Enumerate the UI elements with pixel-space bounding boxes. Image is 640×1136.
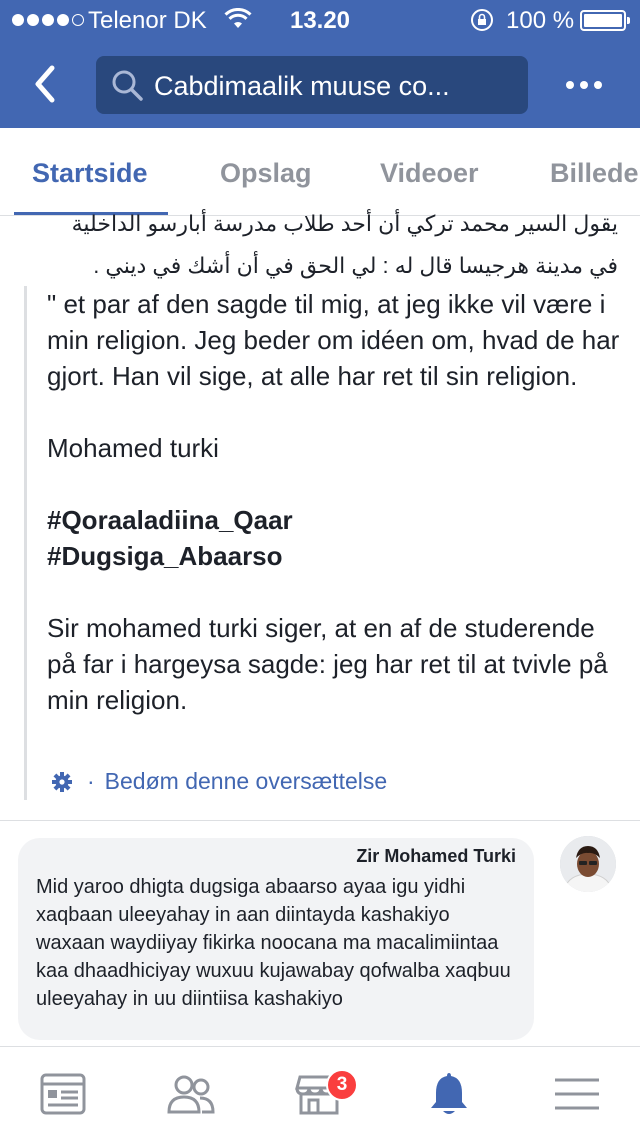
tab-videos[interactable]: Videoer <box>380 158 479 189</box>
status-bar: Telenor DK 13.20 100 % <box>0 0 640 40</box>
back-icon[interactable] <box>28 60 68 108</box>
translation-author: Mohamed turki <box>47 433 219 463</box>
gear-icon <box>52 771 72 792</box>
hashtag-link[interactable]: #Dugsiga_Abaarso <box>47 538 624 574</box>
translation-text: Sir mohamed turki siger, at en af de stu… <box>47 613 608 715</box>
tab-home[interactable]: Startside <box>32 158 148 189</box>
page-tabs: Startside Opslag Videoer Billede <box>0 128 640 216</box>
hashtag-link[interactable]: #Qoraaladiina_Qaar <box>47 502 624 538</box>
separator: · <box>87 768 95 794</box>
menu-icon[interactable] <box>552 1069 602 1119</box>
rotation-lock-icon <box>471 9 493 31</box>
translation-block: " et par af den sagde til mig, at jeg ik… <box>24 286 624 800</box>
divider <box>0 820 640 821</box>
search-bar[interactable]: Cabdimaalik muuse co... <box>96 56 528 114</box>
notification-badge: 3 <box>326 1069 358 1101</box>
avatar[interactable] <box>560 836 616 892</box>
tab-photos[interactable]: Billede <box>550 158 639 189</box>
more-icon[interactable] <box>566 70 606 100</box>
post-text-line: يقول السير محمد تركي أن أحد طلاب مدرسة أ… <box>71 211 618 236</box>
bottom-tab-bar <box>0 1046 640 1136</box>
search-query: Cabdimaalik muuse co... <box>154 71 450 101</box>
comment-bubble[interactable]: Zir Mohamed Turki Mid yaroo dhigta dugsi… <box>18 838 534 1040</box>
search-icon <box>112 70 143 101</box>
post-text-line: في مدينة هرجيسا قال له : لي الحق في أن أ… <box>93 253 618 278</box>
battery-percentage: 100 % <box>506 7 575 34</box>
rate-translation-label: Bedøm denne oversættelse <box>104 768 388 794</box>
translation-text: " et par af den sagde til mig, at jeg ik… <box>47 289 620 391</box>
tab-posts[interactable]: Opslag <box>220 158 312 189</box>
rate-translation-link[interactable]: · Bedøm denne oversættelse <box>51 768 387 795</box>
app-header: Telenor DK 13.20 100 % Cabdimaalik muuse… <box>0 0 640 128</box>
comment-author[interactable]: Zir Mohamed Turki <box>36 846 516 867</box>
news-feed-icon[interactable] <box>38 1069 88 1119</box>
comment-text: Mid yaroo dhigta dugsiga abaarso ayaa ig… <box>36 876 511 1010</box>
notifications-icon[interactable] <box>424 1069 474 1119</box>
battery-icon <box>580 10 630 31</box>
friends-icon[interactable] <box>166 1069 216 1119</box>
avatar-image <box>560 836 616 892</box>
